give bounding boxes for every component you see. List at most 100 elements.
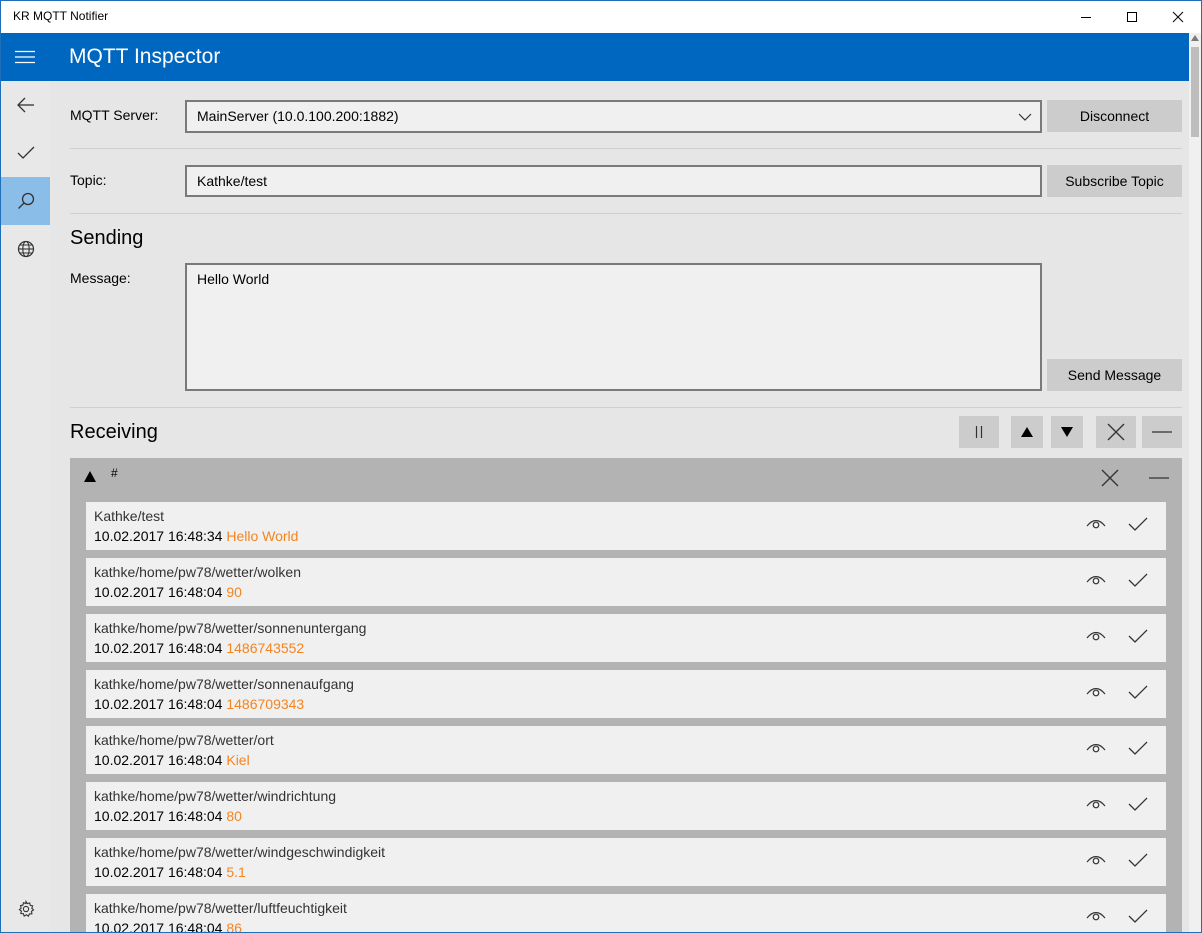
scroll-up-arrow-icon[interactable]	[1191, 35, 1199, 41]
list-item[interactable]: kathke/home/pw78/wetter/windrichtung 10.0…	[86, 782, 1166, 830]
topic-input-value: Kathke/test	[197, 173, 268, 189]
message-timestamp: 10.02.2017 16:48:34	[94, 528, 223, 544]
disconnect-button[interactable]: Disconnect	[1047, 100, 1182, 132]
page-title: MQTT Inspector	[69, 45, 221, 68]
arrow-up-icon	[1021, 427, 1033, 437]
eye-icon[interactable]	[1086, 628, 1106, 642]
message-timestamp: 10.02.2017 16:48:04	[94, 864, 223, 880]
close-icon[interactable]	[1100, 468, 1120, 488]
scrollbar-thumb[interactable]	[1191, 47, 1199, 137]
topic-label: Topic:	[70, 172, 107, 188]
subscribe-topic-button[interactable]: Subscribe Topic	[1047, 165, 1182, 197]
send-message-button[interactable]: Send Message	[1047, 359, 1182, 391]
list-item[interactable]: Kathke/test 10.02.2017 16:48:34 Hello Wor…	[86, 502, 1166, 550]
search-icon	[17, 192, 34, 209]
hamburger-icon	[15, 50, 35, 64]
checkmark-icon[interactable]	[1128, 852, 1148, 868]
maximize-icon	[1127, 12, 1137, 22]
minimize-window-button[interactable]	[1063, 1, 1109, 33]
scroll-down-button[interactable]	[1051, 416, 1083, 448]
list-item[interactable]: kathke/home/pw78/wetter/luftfeuchtigkeit…	[86, 894, 1166, 933]
hamburger-menu-button[interactable]	[1, 33, 49, 81]
message-line: 10.02.2017 16:48:04 1486743552	[94, 640, 304, 656]
close-icon	[1107, 423, 1125, 441]
nav-web-button[interactable]	[1, 225, 50, 273]
nav-inspector-button[interactable]	[1, 177, 50, 225]
divider	[70, 148, 1182, 149]
clear-all-button[interactable]	[1096, 416, 1136, 448]
message-line: 10.02.2017 16:48:04 1486709343	[94, 696, 304, 712]
message-line: 10.02.2017 16:48:04 5.1	[94, 864, 246, 880]
nav-pane	[1, 81, 50, 932]
close-icon	[1172, 11, 1184, 23]
message-topic: kathke/home/pw78/wetter/ort	[94, 732, 274, 748]
list-item[interactable]: kathke/home/pw78/wetter/sonnenuntergang 1…	[86, 614, 1166, 662]
group-topic-label: #	[111, 466, 118, 480]
checkmark-icon[interactable]	[1128, 796, 1148, 812]
message-group: # Kathke/test 10.02.2017 16:48:34 Hello W…	[70, 458, 1182, 933]
message-line: 10.02.2017 16:48:34 Hello World	[94, 528, 298, 544]
minimize-icon[interactable]	[1148, 468, 1170, 488]
message-input[interactable]: Hello World	[185, 263, 1042, 391]
message-payload: 90	[226, 584, 242, 600]
checkmark-icon[interactable]	[1128, 572, 1148, 588]
collapse-all-button[interactable]	[1142, 416, 1182, 448]
main-content: MQTT Server: MainServer (10.0.100.200:18…	[50, 81, 1189, 933]
message-line: 10.02.2017 16:48:04 80	[94, 808, 242, 824]
settings-gear-icon	[18, 900, 34, 918]
nav-back-button[interactable]	[1, 81, 50, 129]
message-timestamp: 10.02.2017 16:48:04	[94, 752, 223, 768]
globe-icon	[17, 240, 34, 258]
close-window-button[interactable]	[1155, 1, 1201, 33]
back-arrow-icon	[16, 97, 34, 113]
message-topic: kathke/home/pw78/wetter/sonnenaufgang	[94, 676, 354, 692]
minimize-icon	[1152, 431, 1172, 433]
divider	[70, 407, 1182, 408]
eye-icon[interactable]	[1086, 516, 1106, 530]
window-title: KR MQTT Notifier	[13, 9, 109, 23]
app-header: MQTT Inspector	[1, 33, 1189, 81]
checkmark-icon[interactable]	[1128, 516, 1148, 532]
message-payload: 80	[226, 808, 242, 824]
message-topic: kathke/home/pw78/wetter/luftfeuchtigkeit	[94, 900, 347, 916]
pause-button[interactable]	[959, 416, 999, 448]
list-item[interactable]: kathke/home/pw78/wetter/windgeschwindigk…	[86, 838, 1166, 886]
eye-icon[interactable]	[1086, 740, 1106, 754]
topic-input[interactable]: Kathke/test	[185, 165, 1042, 197]
eye-icon[interactable]	[1086, 852, 1106, 866]
scroll-up-button[interactable]	[1011, 416, 1043, 448]
message-payload: Hello World	[226, 528, 299, 544]
message-line: 10.02.2017 16:48:04 86	[94, 920, 242, 933]
message-label: Message:	[70, 270, 131, 286]
eye-icon[interactable]	[1086, 796, 1106, 810]
chevron-down-icon	[1018, 113, 1032, 121]
scrollbar[interactable]	[1189, 33, 1201, 932]
checkmark-icon[interactable]	[1128, 684, 1148, 700]
list-item[interactable]: kathke/home/pw78/wetter/wolken 10.02.2017…	[86, 558, 1166, 606]
message-payload: 5.1	[226, 864, 246, 880]
nav-checked-button[interactable]	[1, 129, 50, 177]
message-input-value: Hello World	[197, 271, 270, 287]
message-line: 10.02.2017 16:48:04 90	[94, 584, 242, 600]
sending-heading: Sending	[70, 227, 144, 249]
list-item[interactable]: kathke/home/pw78/wetter/ort 10.02.2017 16…	[86, 726, 1166, 774]
list-item[interactable]: kathke/home/pw78/wetter/sonnenaufgang 10.…	[86, 670, 1166, 718]
server-select[interactable]: MainServer (10.0.100.200:1882)	[185, 100, 1042, 133]
message-topic: kathke/home/pw78/wetter/sonnenuntergang	[94, 620, 367, 636]
message-timestamp: 10.02.2017 16:48:04	[94, 808, 223, 824]
checkmark-icon[interactable]	[1128, 740, 1148, 756]
checkmark-icon[interactable]	[1128, 908, 1148, 924]
message-payload: 86	[226, 920, 242, 933]
message-timestamp: 10.02.2017 16:48:04	[94, 920, 223, 933]
eye-icon[interactable]	[1086, 572, 1106, 586]
eye-icon[interactable]	[1086, 908, 1106, 922]
app-window: KR MQTT Notifier MQTT Inspector MQTT Ser…	[0, 0, 1202, 933]
message-topic: kathke/home/pw78/wetter/windgeschwindigk…	[94, 844, 386, 860]
server-select-value: MainServer (10.0.100.200:1882)	[197, 108, 399, 124]
message-topic: kathke/home/pw78/wetter/windrichtung	[94, 788, 337, 804]
maximize-window-button[interactable]	[1109, 1, 1155, 33]
collapse-group-arrow-icon[interactable]	[84, 470, 96, 482]
checkmark-icon[interactable]	[1128, 628, 1148, 644]
nav-settings-button[interactable]	[1, 885, 50, 932]
eye-icon[interactable]	[1086, 684, 1106, 698]
